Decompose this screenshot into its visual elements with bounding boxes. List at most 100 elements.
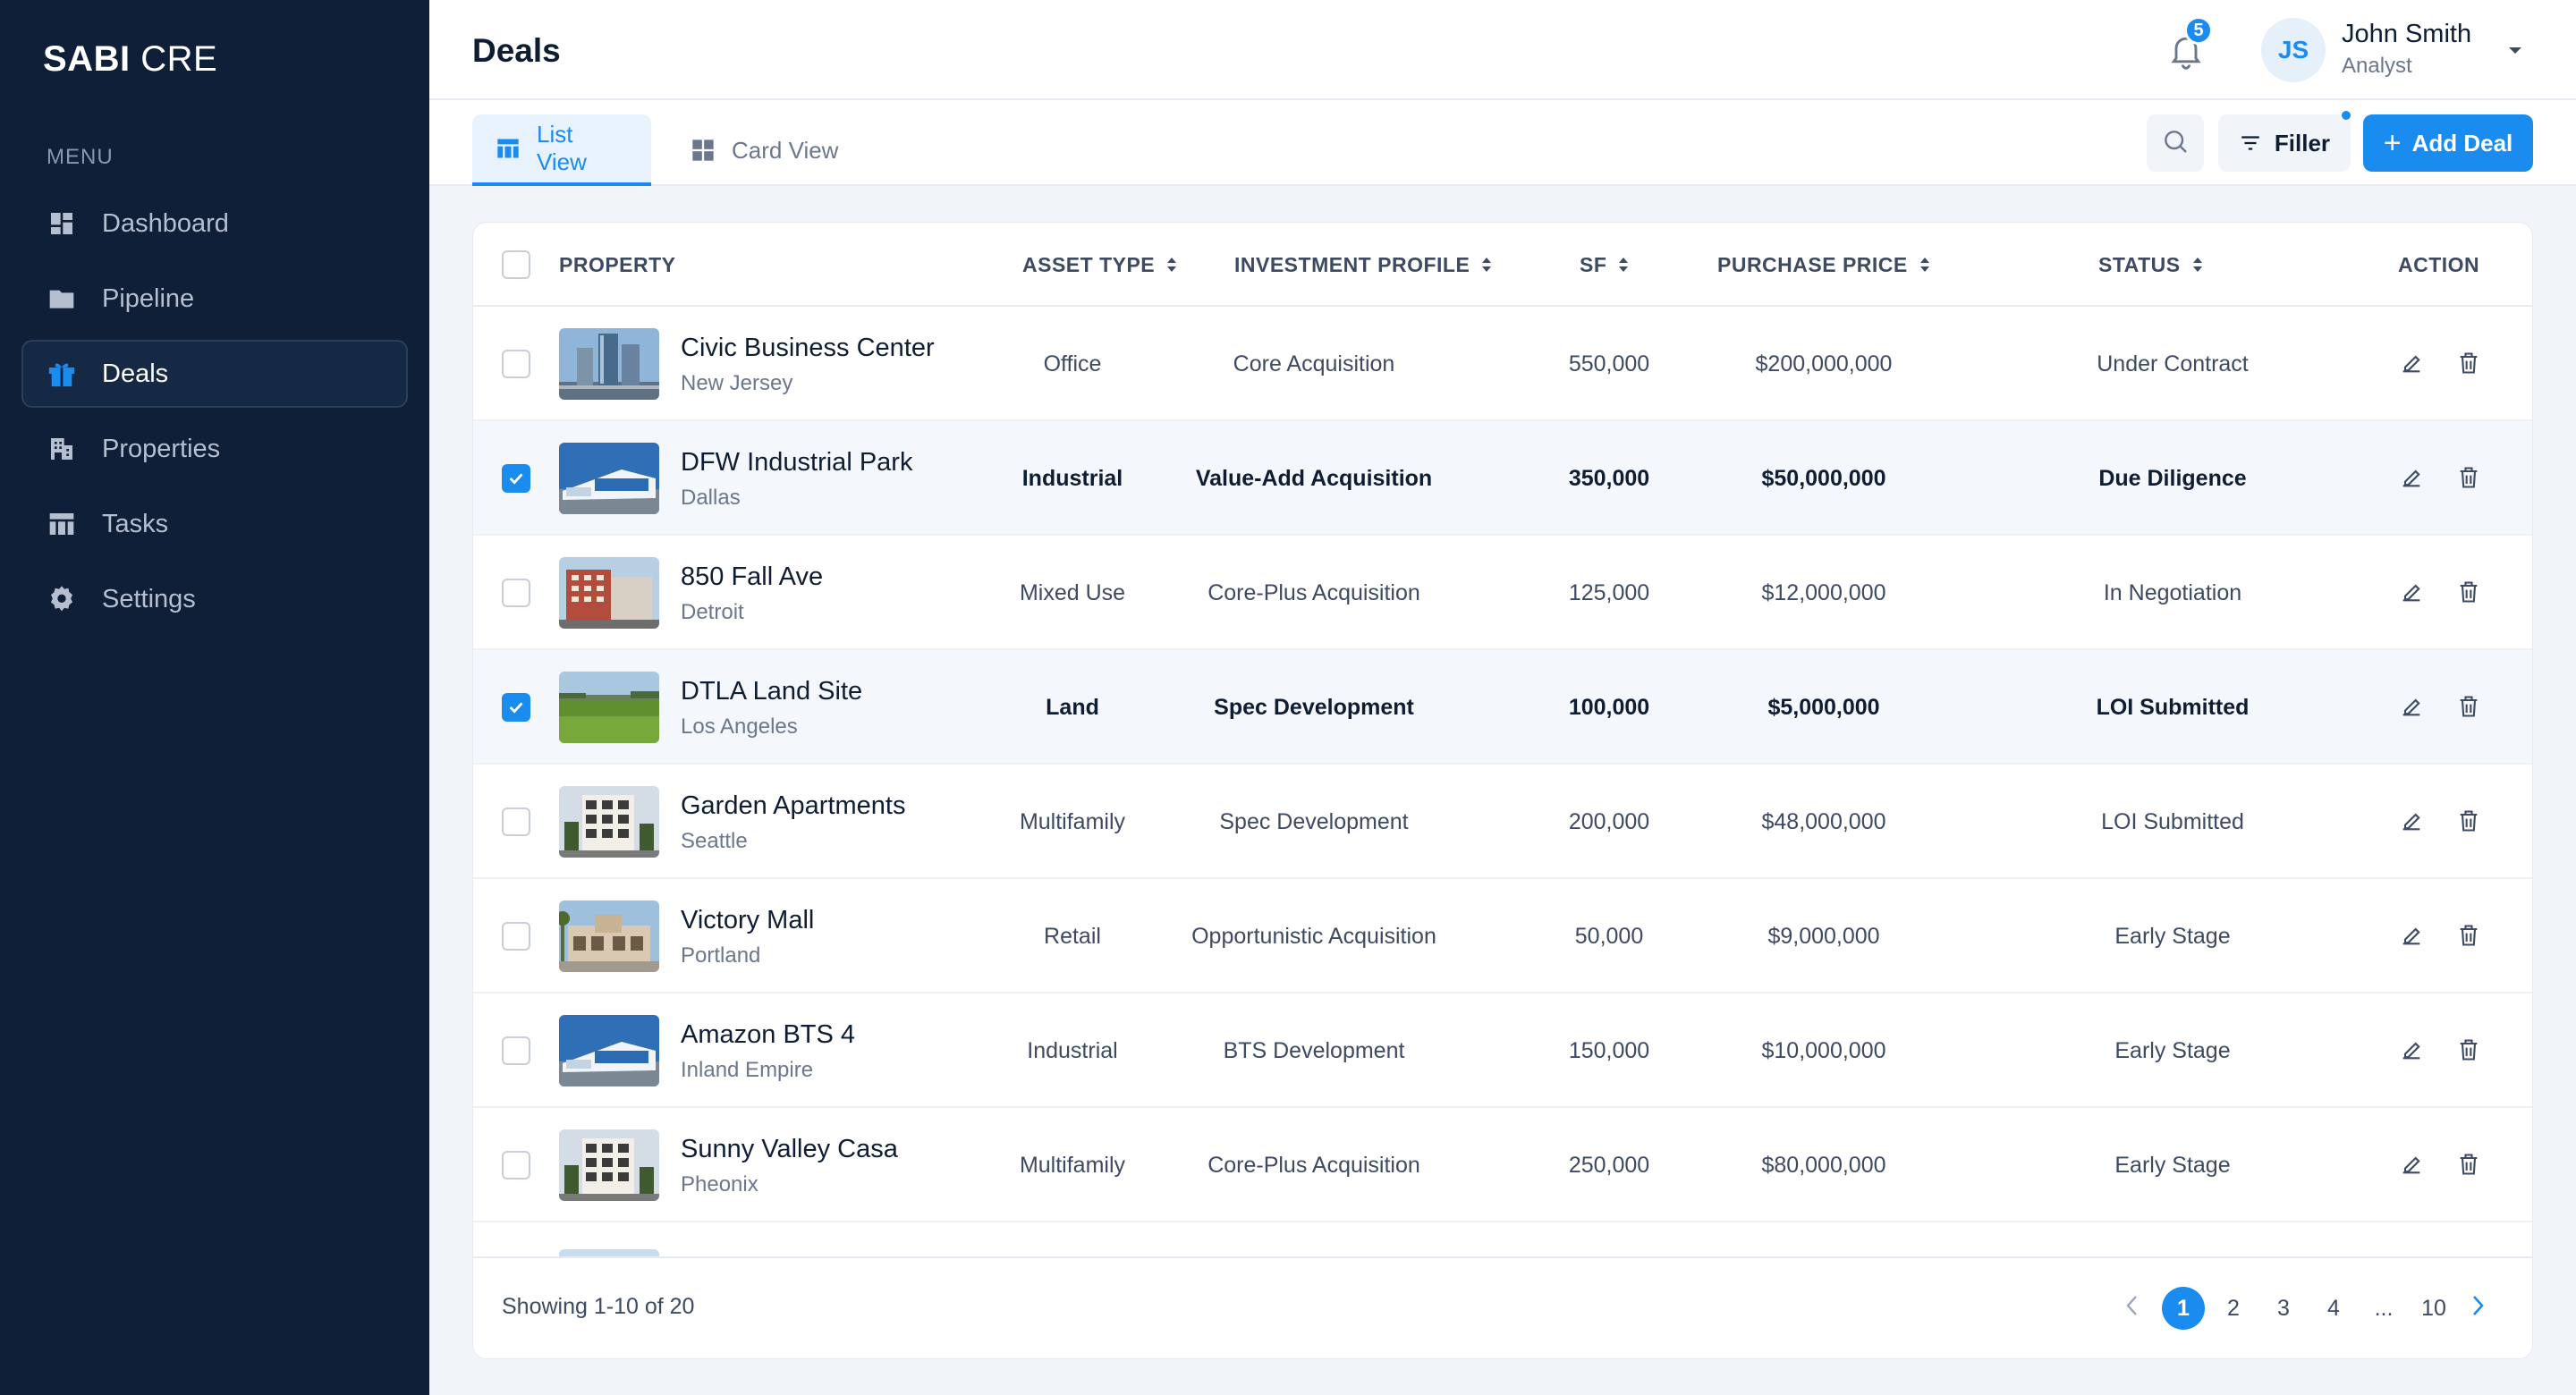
delete-icon[interactable] bbox=[2453, 920, 2484, 951]
edit-icon[interactable] bbox=[2396, 806, 2427, 836]
column-status[interactable]: STATUS bbox=[2098, 223, 2204, 307]
row-checkbox[interactable] bbox=[502, 464, 530, 493]
table-row[interactable]: Sunny Valley Casa Pheonix Multifamily Core-… bbox=[473, 1108, 2532, 1222]
property-name[interactable]: DTLA Land Site bbox=[681, 677, 862, 706]
table-row[interactable]: Garden Apartments Seattle Multifamily Spec … bbox=[473, 765, 2532, 879]
page-button[interactable]: 4 bbox=[2312, 1287, 2355, 1330]
list-view-icon bbox=[496, 136, 521, 161]
sidebar-item-pipeline[interactable]: Pipeline bbox=[21, 265, 408, 333]
sidebar-item-tasks[interactable]: Tasks bbox=[21, 490, 408, 558]
edit-icon[interactable] bbox=[2396, 1149, 2427, 1179]
notification-badge: 5 bbox=[2184, 16, 2213, 45]
status-cell: In Negotiation bbox=[2103, 579, 2242, 605]
sidebar-item-properties[interactable]: Properties bbox=[21, 415, 408, 483]
table-row[interactable]: Amazon BTS 4 Inland Empire Industrial BTS D… bbox=[473, 993, 2532, 1108]
edit-icon[interactable] bbox=[2396, 1035, 2427, 1065]
table-row[interactable]: Victory Mall Portland Retail Opportunistic … bbox=[473, 879, 2532, 993]
user-name[interactable]: John Smith bbox=[2342, 20, 2471, 49]
property-name[interactable]: Sunny Valley Casa bbox=[681, 1135, 898, 1164]
delete-icon[interactable] bbox=[2453, 806, 2484, 836]
delete-icon[interactable] bbox=[2453, 1149, 2484, 1179]
sidebar-item-label: Pipeline bbox=[102, 283, 195, 313]
property-thumbnail bbox=[559, 900, 659, 972]
table-icon bbox=[47, 509, 77, 539]
property-city: Los Angeles bbox=[681, 714, 798, 739]
menu-label: MENU bbox=[47, 145, 114, 169]
property-city: New Jersey bbox=[681, 371, 793, 395]
property-thumbnail bbox=[559, 786, 659, 858]
row-checkbox[interactable] bbox=[502, 922, 530, 951]
add-deal-button[interactable]: + Add Deal bbox=[2363, 114, 2533, 172]
row-checkbox[interactable] bbox=[502, 693, 530, 722]
edit-icon[interactable] bbox=[2396, 462, 2427, 493]
sidebar-item-deals[interactable]: Deals bbox=[21, 340, 408, 408]
search-button[interactable] bbox=[2147, 114, 2204, 172]
delete-icon[interactable] bbox=[2453, 1035, 2484, 1065]
property-name[interactable]: Civic Business Center bbox=[681, 334, 935, 363]
view-toolbar: List View Card View Filler + Add Deal bbox=[429, 100, 2576, 186]
column-purchase-price[interactable]: PURCHASE PRICE bbox=[1717, 223, 1931, 307]
investment-profile-cell: Core-Plus Acquisition bbox=[1208, 1152, 1420, 1178]
purchase-price-cell: $200,000,000 bbox=[1755, 351, 1893, 376]
add-deal-label: Add Deal bbox=[2411, 129, 2513, 156]
next-page-button[interactable] bbox=[2464, 1287, 2491, 1330]
delete-icon[interactable] bbox=[2453, 348, 2484, 378]
row-checkbox[interactable] bbox=[502, 807, 530, 836]
tab-card-view[interactable]: Card View bbox=[667, 114, 861, 186]
table-row[interactable]: DFW Industrial Park Dallas Industrial Value… bbox=[473, 421, 2532, 536]
property-name[interactable]: Garden Apartments bbox=[681, 791, 905, 821]
property-name[interactable]: Amazon BTS 4 bbox=[681, 1020, 855, 1050]
table-row[interactable]: Civic Business Center New Jersey Office Cor… bbox=[473, 307, 2532, 421]
sidebar-item-dashboard[interactable]: Dashboard bbox=[21, 190, 408, 258]
column-label: ASSET TYPE bbox=[1022, 252, 1156, 276]
property-name[interactable]: 850 Fall Ave bbox=[681, 562, 823, 592]
row-checkbox[interactable] bbox=[502, 579, 530, 607]
chevron-down-icon[interactable] bbox=[2504, 39, 2526, 61]
delete-icon[interactable] bbox=[2453, 577, 2484, 607]
row-checkbox[interactable] bbox=[502, 1151, 530, 1179]
delete-icon[interactable] bbox=[2453, 462, 2484, 493]
status-cell: Due Diligence bbox=[2098, 465, 2247, 491]
sidebar-item-label: Tasks bbox=[102, 509, 169, 538]
sidebar-item-label: Settings bbox=[102, 584, 196, 613]
chevron-left-icon bbox=[2123, 1293, 2141, 1324]
tab-list-view[interactable]: List View bbox=[472, 114, 651, 186]
sf-cell: 100,000 bbox=[1568, 694, 1650, 720]
table-row[interactable]: DTLA Land Site Los Angeles Land Spec Develo… bbox=[473, 650, 2532, 765]
filter-button[interactable]: Filler bbox=[2218, 114, 2351, 172]
column-investment-profile[interactable]: INVESTMENT PROFILE bbox=[1234, 223, 1493, 307]
column-property: PROPERTY bbox=[559, 252, 676, 276]
property-city: Inland Empire bbox=[681, 1058, 814, 1082]
sidebar-item-settings[interactable]: Settings bbox=[21, 565, 408, 633]
filter-label: Filler bbox=[2274, 129, 2331, 156]
row-checkbox[interactable] bbox=[502, 350, 530, 378]
property-name[interactable]: DFW Industrial Park bbox=[681, 448, 912, 478]
edit-icon[interactable] bbox=[2396, 691, 2427, 722]
user-role: Analyst bbox=[2342, 54, 2412, 78]
folder-icon bbox=[47, 283, 77, 314]
property-city: Pheonix bbox=[681, 1172, 758, 1196]
edit-icon[interactable] bbox=[2396, 577, 2427, 607]
delete-icon[interactable] bbox=[2453, 691, 2484, 722]
filter-icon bbox=[2239, 131, 2262, 155]
investment-profile-cell: Spec Development bbox=[1219, 808, 1409, 834]
app-logo[interactable]: SABI CRE bbox=[43, 39, 217, 80]
column-sf[interactable]: SF bbox=[1580, 223, 1630, 307]
select-all-checkbox[interactable] bbox=[502, 250, 530, 279]
check-icon bbox=[506, 469, 526, 488]
prev-page-button[interactable] bbox=[2119, 1287, 2146, 1330]
table-row[interactable]: 850 Fall Ave Detroit Mixed Use Core-Plus Ac… bbox=[473, 536, 2532, 650]
row-checkbox[interactable] bbox=[502, 1036, 530, 1065]
investment-profile-cell: Spec Development bbox=[1214, 694, 1414, 720]
column-asset-type[interactable]: ASSET TYPE bbox=[1022, 223, 1178, 307]
page-button[interactable]: 2 bbox=[2212, 1287, 2255, 1330]
page-button[interactable]: 3 bbox=[2262, 1287, 2305, 1330]
edit-icon[interactable] bbox=[2396, 348, 2427, 378]
edit-icon[interactable] bbox=[2396, 920, 2427, 951]
property-name[interactable]: Victory Mall bbox=[681, 906, 814, 935]
page-button[interactable]: 1 bbox=[2162, 1287, 2205, 1330]
property-thumbnail bbox=[559, 1015, 659, 1086]
avatar[interactable]: JS bbox=[2261, 18, 2326, 82]
grid-view-icon bbox=[691, 138, 716, 163]
page-button[interactable]: 10 bbox=[2412, 1287, 2455, 1330]
